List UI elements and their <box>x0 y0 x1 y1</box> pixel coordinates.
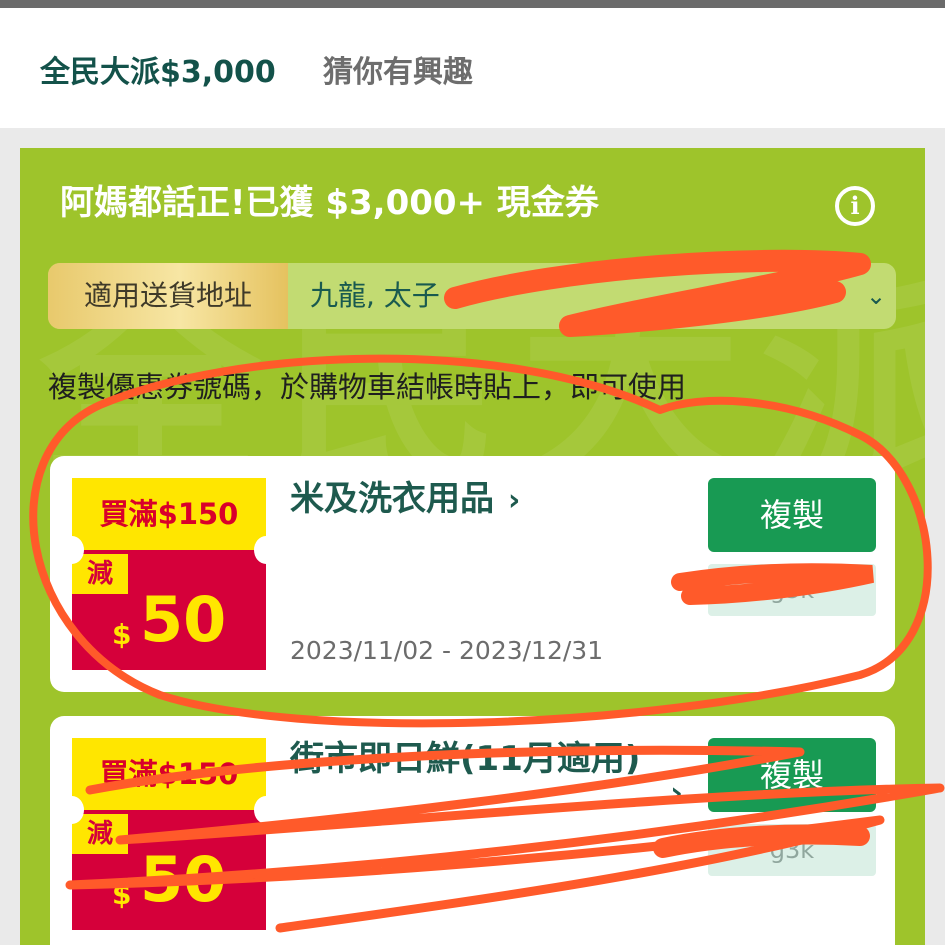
chevron-down-icon: ⌄ <box>866 282 887 310</box>
badge-threshold: 買滿$150 <box>72 478 266 550</box>
coupon-card[interactable]: 買滿$150 減 $ 50 米及洗衣用品 › 複製 g3k 2023/11/02 … <box>50 456 895 692</box>
status-strip <box>0 0 945 8</box>
coupon-code: g3k <box>708 824 876 876</box>
coupon-badge: 買滿$150 減 $ 50 <box>72 738 266 930</box>
coupon-code: g3k <box>708 564 876 616</box>
coupon-panel: 全民大派 阿媽都話正!已獲 $3,000+ 現金券 i 適用送貨地址 九龍, 太… <box>20 148 925 945</box>
coupon-title[interactable]: 街市即日鮮(11月適用) <box>290 738 670 780</box>
copy-button[interactable]: 複製 <box>708 738 876 812</box>
address-selector[interactable]: 適用送貨地址 九龍, 太子 ⌄ <box>48 263 896 329</box>
instruction-text: 複製優惠券號碼，於購物車結帳時貼上，即可使用 <box>48 370 687 404</box>
coupon-date: 2023/11/02 - 2023/12/31 <box>290 636 604 665</box>
badge-discount: 減 $ 50 <box>72 550 266 670</box>
coupon-title[interactable]: 米及洗衣用品 › <box>290 478 670 522</box>
address-value: 九龍, 太子 <box>310 279 440 312</box>
badge-amount: 50 <box>140 583 227 656</box>
badge-currency: $ <box>112 878 132 911</box>
tab-header: 全民大派$3,000 猜你有興趣 <box>0 8 945 128</box>
tab-recommended[interactable]: 猜你有興趣 <box>323 56 473 90</box>
info-icon[interactable]: i <box>835 186 875 226</box>
panel-title: 阿媽都話正!已獲 $3,000+ 現金券 <box>60 183 599 223</box>
chevron-right-icon: › <box>670 774 684 812</box>
badge-amount: 50 <box>140 843 227 916</box>
tab-giveaway[interactable]: 全民大派$3,000 <box>40 56 276 90</box>
badge-currency: $ <box>112 618 132 651</box>
coupon-badge: 買滿$150 減 $ 50 <box>72 478 266 670</box>
coupon-title-text: 米及洗衣用品 <box>290 479 494 519</box>
coupon-card[interactable]: 買滿$150 減 $ 50 街市即日鮮(11月適用) › 複製 g3k <box>50 716 895 945</box>
address-label: 適用送貨地址 <box>48 263 288 329</box>
badge-discount: 減 $ 50 <box>72 810 266 930</box>
badge-threshold: 買滿$150 <box>72 738 266 810</box>
copy-button[interactable]: 複製 <box>708 478 876 552</box>
chevron-right-icon: › <box>508 483 521 518</box>
